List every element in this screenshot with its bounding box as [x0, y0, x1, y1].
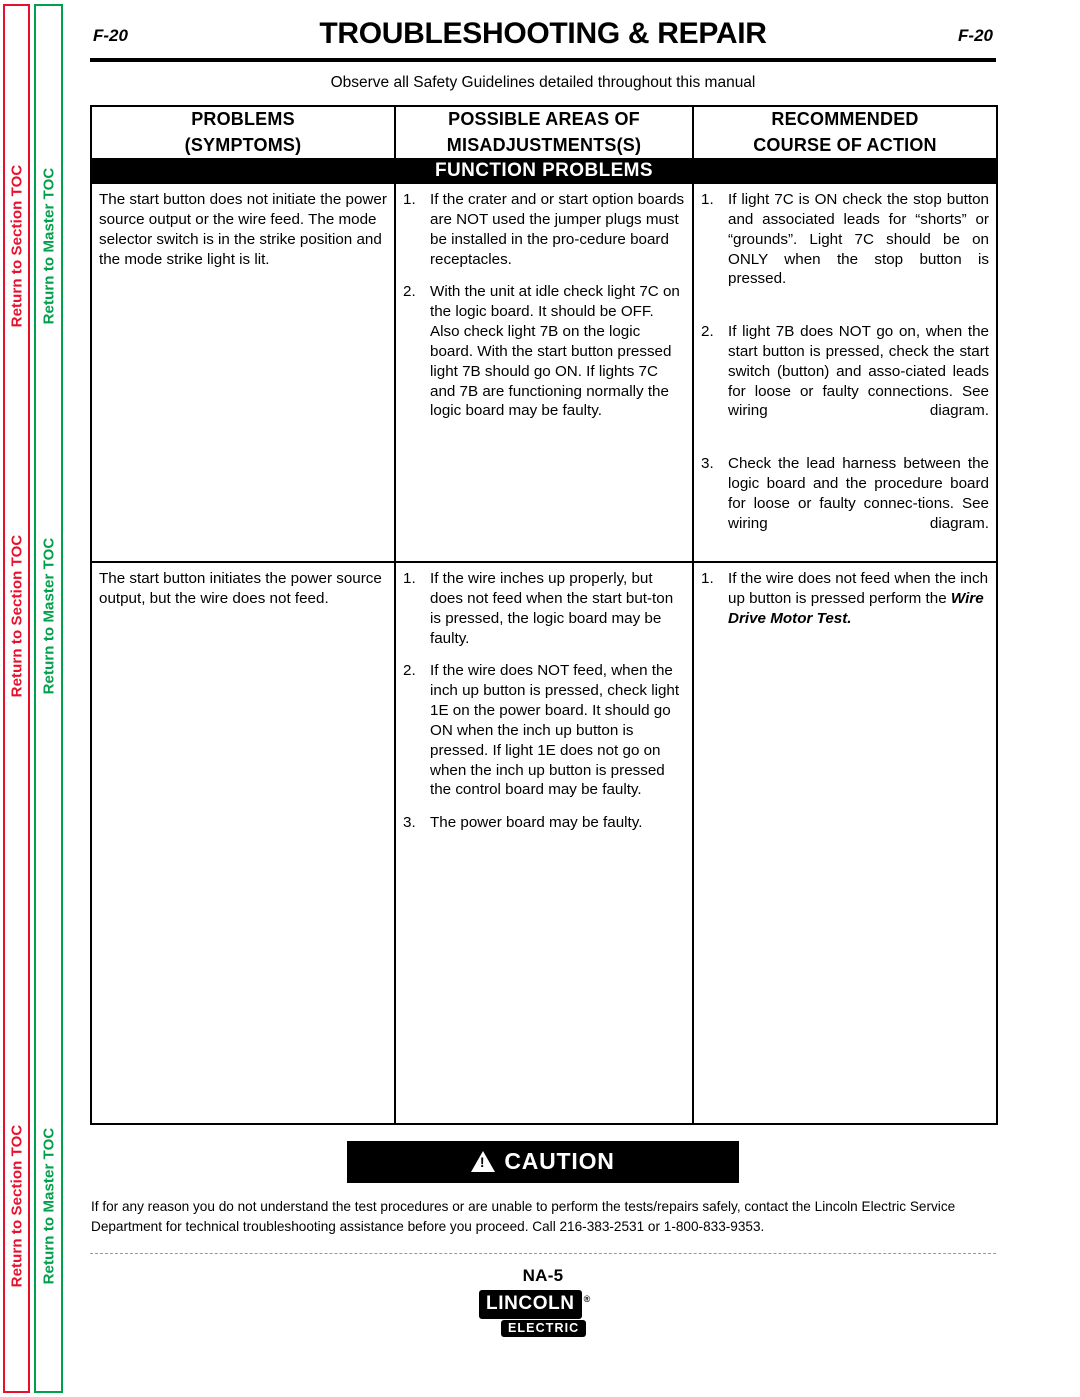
list-item: 2. If the wire does NOT feed, when the i… [403, 661, 685, 800]
return-to-master-toc-label-2[interactable]: Return to Master TOC [40, 538, 57, 695]
list-item-text: With the unit at idle check light 7C on … [430, 283, 680, 420]
return-to-master-toc-label-3[interactable]: Return to Master TOC [40, 1128, 57, 1285]
list-item: 2. With the unit at idle check light 7C … [403, 282, 685, 421]
list-item: 1. If light 7C is ON check the stop butt… [701, 190, 989, 309]
row-1-symptom-cell: The start button does not initiate the p… [90, 182, 396, 564]
list-item-text: If light 7B does NOT go on, when the sta… [728, 323, 989, 420]
return-to-section-toc-label-3[interactable]: Return to Section TOC [8, 1125, 25, 1288]
column-header-recommended-line1: RECOMMENDED [771, 109, 919, 129]
list-item-text: The power board may be faulty. [430, 814, 643, 832]
page-body: F-20 TROUBLESHOOTING & REPAIR F-20 Obser… [88, 0, 998, 1337]
row-2-symptom-text: The start button initiates the power sou… [99, 570, 382, 607]
return-to-section-toc-rail[interactable]: Return to Section TOC Return to Section … [3, 4, 30, 1393]
list-item-text: If the wire does NOT feed, when the inch… [430, 662, 680, 799]
warning-triangle-icon [471, 1151, 496, 1173]
column-header-possible-areas-line2: MISADJUSTMENTS(S) [446, 134, 642, 155]
folio-right: F-20 [958, 26, 993, 45]
return-to-section-toc-label-1[interactable]: Return to Section TOC [8, 165, 25, 328]
page-header: F-20 TROUBLESHOOTING & REPAIR F-20 [88, 0, 998, 58]
section-band-function-problems: FUNCTION PROBLEMS [90, 158, 998, 185]
return-to-master-toc-rail[interactable]: Return to Master TOC Return to Master TO… [34, 4, 63, 1393]
table-row: The start button does not initiate the p… [90, 182, 998, 564]
list-item: 1. If the crater and or start option boa… [403, 190, 685, 269]
table-row: The start button initiates the power sou… [90, 561, 998, 1126]
row-1-symptom-text: The start button does not initiate the p… [99, 191, 387, 268]
logo-electric-wordmark: ELECTRIC [501, 1319, 587, 1337]
list-item-number: 1. [701, 191, 714, 209]
toc-sidebar: Return to Section TOC Return to Section … [0, 0, 80, 1397]
troubleshooting-table: PROBLEMS (SYMPTOMS) POSSIBLE AREAS OF MI… [90, 104, 998, 1126]
safety-note: Observe all Safety Guidelines detailed t… [330, 74, 756, 91]
list-item-number: 2. [403, 662, 416, 680]
list-item: 3. Check the lead harness between the lo… [701, 454, 989, 553]
list-item-number: 2. [701, 323, 714, 341]
caution-label: CAUTION [504, 1148, 615, 1175]
logo-lincoln-text: LINCOLN [486, 1292, 575, 1314]
list-item-number: 1. [403, 570, 416, 588]
list-item-text: If the wire does not feed when the inch … [728, 570, 989, 607]
list-item-number: 2. [403, 283, 416, 301]
table-header-row: PROBLEMS (SYMPTOMS) POSSIBLE AREAS OF MI… [90, 104, 998, 161]
list-item-number: 3. [701, 455, 714, 473]
list-item-number: 1. [403, 191, 416, 209]
caution-banner: CAUTION [347, 1141, 739, 1184]
list-item: 1. If the wire does not feed when the in… [701, 569, 989, 628]
list-item: 2. If light 7B does NOT go on, when the … [701, 322, 989, 441]
row-2-symptom-cell: The start button initiates the power sou… [90, 561, 396, 1126]
page-footer: NA-5 LINCOLN ® ELECTRIC [88, 1266, 998, 1337]
return-to-section-toc-label-2[interactable]: Return to Section TOC [8, 535, 25, 698]
row-1-recommended-cell: 1. If light 7C is ON check the stop butt… [692, 182, 998, 564]
lincoln-electric-logo: LINCOLN ® ELECTRIC [479, 1289, 607, 1337]
list-item-text: If light 7C is ON check the stop button … [728, 191, 989, 288]
list-item: 3. The power board may be faulty. [403, 813, 685, 833]
column-header-problems: PROBLEMS (SYMPTOMS) [90, 104, 396, 161]
list-item-text: If the wire inches up properly, but does… [430, 570, 674, 647]
return-to-master-toc-label-1[interactable]: Return to Master TOC [40, 168, 57, 325]
column-header-problems-line2: (SYMPTOMS) [184, 134, 302, 155]
row-1-possible-areas-cell: 1. If the crater and or start option boa… [394, 182, 694, 564]
list-item-text: Check the lead harness between the logic… [728, 455, 989, 532]
column-header-possible-areas: POSSIBLE AREAS OF MISADJUSTMENTS(S) [394, 104, 694, 161]
column-header-problems-line1: PROBLEMS [191, 109, 295, 129]
model-number: NA-5 [522, 1265, 564, 1285]
footer-divider [90, 1252, 996, 1254]
list-item-number: 3. [403, 814, 416, 832]
section-band-row: FUNCTION PROBLEMS [90, 158, 998, 185]
list-item: 1. If the wire inches up properly, but d… [403, 569, 685, 648]
logo-lincoln-wordmark: LINCOLN [479, 1289, 582, 1319]
row-2-possible-areas-cell: 1. If the wire inches up properly, but d… [394, 561, 694, 1126]
column-header-recommended-line2: COURSE OF ACTION [753, 134, 937, 155]
column-header-possible-areas-line1: POSSIBLE AREAS OF [448, 109, 640, 129]
page-title: TROUBLESHOOTING & REPAIR [319, 17, 767, 50]
column-header-recommended: RECOMMENDED COURSE OF ACTION [692, 104, 998, 161]
row-2-recommended-cell: 1. If the wire does not feed when the in… [692, 561, 998, 1126]
list-item-text: If the crater and or start option boards… [430, 191, 685, 268]
registered-trademark-icon: ® [583, 1294, 591, 1305]
caution-body-text: If for any reason you do not understand … [91, 1199, 956, 1234]
list-item-number: 1. [701, 570, 714, 588]
